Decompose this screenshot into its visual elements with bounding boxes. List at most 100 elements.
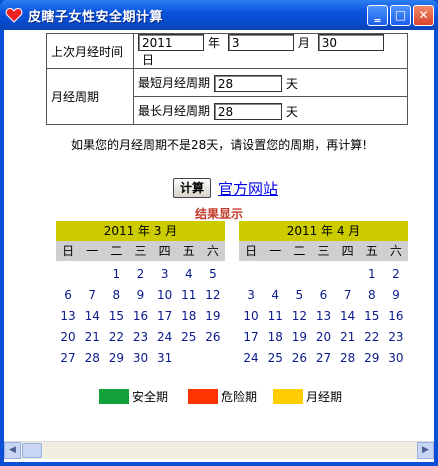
legend-label: 月经期 <box>306 390 343 404</box>
title-bar[interactable]: 皮瞎子女性安全期计算 ‗ □ ✕ <box>0 0 438 30</box>
weekday-label: 四 <box>158 244 171 258</box>
calendar-day: 19 <box>205 309 221 323</box>
weekday-label: 二 <box>293 244 306 258</box>
calendar-day: 23 <box>132 330 149 344</box>
official-site-link[interactable]: 官方网站 <box>218 178 278 199</box>
calendar-day: 22 <box>364 330 380 344</box>
calendar-day: 21 <box>339 330 356 344</box>
minimize-button[interactable]: ‗ <box>367 5 388 26</box>
calendar-day <box>263 264 287 285</box>
calendar-day: 13 <box>315 309 332 323</box>
year-input[interactable]: 2011 <box>138 34 204 51</box>
max-cycle-input[interactable]: 28 <box>213 102 282 120</box>
calendar-day: 18 <box>181 309 197 323</box>
month-unit: 月 <box>297 36 310 50</box>
min-cycle-input[interactable]: 28 <box>213 74 282 92</box>
calendar-day: 6 <box>64 288 72 302</box>
weekday-label: 二 <box>110 244 123 258</box>
calendar-day <box>177 348 201 369</box>
calendar-day: 8 <box>367 288 376 302</box>
calendar-day: 11 <box>267 309 283 323</box>
weekday-label: 五 <box>182 244 195 258</box>
max-cycle-unit: 天 <box>285 104 298 119</box>
calendar-day: 11 <box>181 288 197 302</box>
maximize-icon: □ <box>394 8 407 22</box>
legend-item-danger: 危险期 <box>188 388 257 405</box>
calendar-day: 29 <box>108 351 124 365</box>
calendar-day: 12 <box>205 288 221 302</box>
result-title: 结果显示 <box>194 207 243 221</box>
legend-item-safe: 安全期 <box>99 388 168 405</box>
calendar-day: 24 <box>243 351 259 365</box>
calendar-day: 14 <box>339 309 356 323</box>
close-icon: ✕ <box>418 8 429 22</box>
calendar-day: 4 <box>271 288 280 302</box>
day-unit: 日 <box>142 53 155 67</box>
calendar-day: 20 <box>315 330 332 344</box>
heart-icon <box>5 7 23 23</box>
calendar-day: 16 <box>132 309 149 323</box>
max-cycle-label: 最长月经周期 <box>138 103 211 118</box>
calendar-day: 13 <box>60 309 76 323</box>
year-unit: 年 <box>208 36 221 50</box>
calendar-day: 25 <box>181 330 197 344</box>
calendar-day: 1 <box>112 267 121 281</box>
weekday-label: 日 <box>62 244 75 258</box>
weekday-label: 四 <box>341 244 354 258</box>
calendar-day: 17 <box>156 309 173 323</box>
min-cycle-unit: 天 <box>285 76 298 91</box>
legend-swatch <box>99 389 129 404</box>
settings-table: 上次月经时间 2011 年 3月 30 日 月经周期 最短月经周期 28 天 最长月经… <box>46 33 408 125</box>
day-grid: 1 2 3 4 5 6 7 8 9 10 11 12 13 14 15 16 17 18 19 20 21 22 23 24 2… <box>56 264 225 369</box>
cycle-label: 月经周期 <box>46 68 134 125</box>
calendar-day: 2 <box>136 267 145 281</box>
calendar-day: 26 <box>205 330 221 344</box>
calendar-day: 22 <box>108 330 124 344</box>
maximize-button[interactable]: □ <box>390 5 411 26</box>
calendar-march: 2011 年 3 月 日 一 二 三 四 五 六 1 2 3 4 5 6 7 8 9 10 11 12… <box>56 221 225 369</box>
calendar-day: 5 <box>295 288 304 302</box>
calendar-day <box>311 264 335 285</box>
weekday-label: 六 <box>206 244 219 258</box>
calendar-day: 2 <box>392 267 400 281</box>
client-area: 上次月经时间 2011 年 3月 30日 月经周期 最短月经周期 28 天 最长月经… <box>4 30 434 462</box>
calendar-day: 8 <box>112 288 121 302</box>
calendar-day: 7 <box>343 288 352 302</box>
calendar-day: 28 <box>339 351 356 365</box>
calendar-day: 15 <box>108 309 124 323</box>
calendar-day: 3 <box>160 267 169 281</box>
calendar-day: 30 <box>132 351 149 365</box>
legend-swatch <box>273 389 303 404</box>
weekday-label: 日 <box>245 244 258 258</box>
calendar-day: 10 <box>156 288 173 302</box>
scroll-left-button[interactable]: ◀ <box>4 442 21 459</box>
scroll-thumb[interactable] <box>22 443 42 458</box>
arrow-left-icon: ◀ <box>9 445 16 455</box>
calendar-header: 2011 年 3 月 <box>56 221 225 241</box>
calculate-button[interactable]: 计算 <box>173 178 211 198</box>
calendar-day: 4 <box>184 267 193 281</box>
cycle-note: 如果您的月经周期不是28天，请设置您的周期，再计算! <box>70 138 368 152</box>
month-input[interactable]: 3 <box>227 34 294 51</box>
horizontal-scrollbar[interactable]: ◀ ▶ <box>4 441 434 459</box>
calendar-day: 14 <box>84 309 100 323</box>
calendar-day: 19 <box>291 330 307 344</box>
minimize-icon: ‗ <box>374 8 381 22</box>
day-grid: 1 2 3 4 5 6 7 8 9 10 11 12 13 14 15 16 17 18 19 20 21 22 23 24 2… <box>239 264 408 369</box>
calendar-day: 24 <box>156 330 173 344</box>
weekday-label: 三 <box>317 244 330 258</box>
calendar-day <box>56 264 80 285</box>
calendar-day: 16 <box>388 309 404 323</box>
legend-item-menstrual: 月经期 <box>273 388 342 405</box>
calendar-day: 27 <box>60 351 76 365</box>
calendar-day <box>80 264 104 285</box>
scroll-right-button[interactable]: ▶ <box>417 442 434 459</box>
calendar-day: 1 <box>367 267 376 281</box>
day-input[interactable]: 30 <box>317 34 384 51</box>
close-button[interactable]: ✕ <box>413 5 434 26</box>
window-frame: 上次月经时间 2011 年 3月 30日 月经周期 最短月经周期 28 天 最长月经… <box>0 30 438 466</box>
calendar-day <box>336 264 360 285</box>
calendar-day: 15 <box>364 309 380 323</box>
calendar-day: 7 <box>88 288 97 302</box>
weekday-label: 六 <box>389 244 402 258</box>
